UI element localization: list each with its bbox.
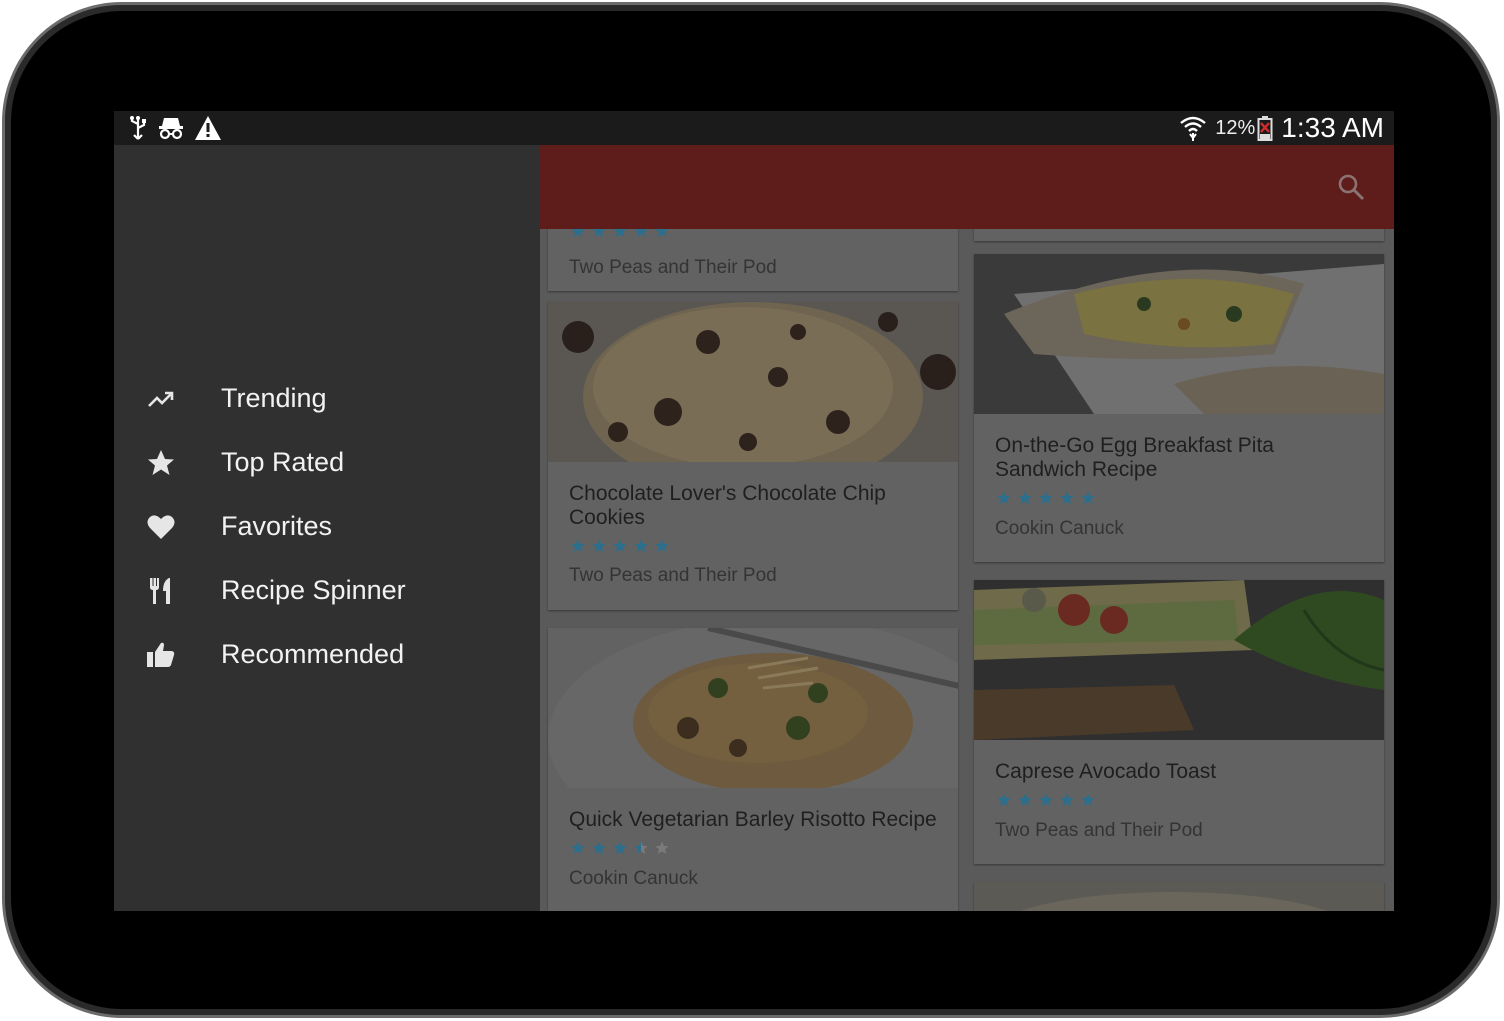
- star-icon: [613, 229, 627, 237]
- app-bar: [540, 145, 1394, 229]
- nav-item-label: Favorites: [221, 511, 333, 541]
- star-icon: [613, 539, 627, 552]
- star-icon: [571, 229, 585, 237]
- star-icon: [571, 539, 585, 552]
- recipe-source: Cookin Canuck: [995, 518, 1124, 539]
- egg-pita-sandwich-photo: [974, 254, 1384, 414]
- star-icon: [592, 539, 606, 552]
- clock: 1:33 AM: [1281, 112, 1384, 143]
- star-icon: [634, 229, 648, 237]
- star-icon: [1018, 491, 1032, 504]
- nav-item-trending[interactable]: Trending: [114, 371, 540, 427]
- star-icon: [634, 539, 648, 552]
- recipe-card[interactable]: Quick Vegetarian Barley Risotto Recipe C…: [548, 628, 958, 911]
- nav-item-label: Recipe Spinner: [221, 575, 406, 605]
- barley-risotto-photo: [548, 628, 958, 788]
- screen: 12% 1:33 AM Two Peas and Their Pod Choco…: [114, 111, 1394, 911]
- recipe-card[interactable]: [974, 229, 1384, 241]
- recipe-card[interactable]: On-the-Go Egg Breakfast Pita Sandwich Re…: [974, 254, 1384, 562]
- rating-stars: [570, 538, 670, 554]
- star-icon: [1081, 491, 1095, 504]
- navigation-drawer: Trending Top Rated Favorites Recipe Spin…: [114, 145, 540, 911]
- recipe-source: Cookin Canuck: [569, 868, 698, 889]
- star-empty-icon: [655, 841, 669, 854]
- usb-icon: [130, 116, 146, 140]
- nav-item-recommended[interactable]: Recommended: [114, 627, 540, 683]
- nav-item-top-rated[interactable]: Top Rated: [114, 435, 540, 491]
- status-bar: 12% 1:33 AM: [114, 111, 1394, 145]
- caprese-avocado-toast-photo: [974, 580, 1384, 740]
- star-half-icon: [634, 841, 648, 854]
- recipe-title: Quick Vegetarian Barley Risotto Recipe: [569, 808, 937, 831]
- star-icon: [1060, 491, 1074, 504]
- recipe-title: On-the-Go Egg Breakfast Pita Sandwich Re…: [995, 434, 1274, 481]
- battery-percent: 12%: [1215, 116, 1256, 139]
- wifi-icon: [1180, 116, 1207, 141]
- status-right: 12% 1:33 AM: [1179, 111, 1384, 145]
- battery-icon: [1257, 116, 1273, 141]
- star-icon: [655, 229, 669, 237]
- rating-stars: [570, 229, 670, 239]
- star-icon: [592, 841, 606, 854]
- nav-item-label: Top Rated: [221, 447, 345, 477]
- recipe-card[interactable]: Two Peas and Their Pod: [548, 229, 958, 291]
- recipe-grid: Two Peas and Their Pod Chocolate Lover's…: [540, 229, 1394, 911]
- star-icon: [592, 229, 606, 237]
- recipe-title: Caprese Avocado Toast: [995, 760, 1217, 783]
- warning-icon: [195, 116, 221, 140]
- star-icon: [1039, 793, 1053, 806]
- heart-icon: [147, 515, 175, 539]
- star-icon: [655, 539, 669, 552]
- incognito-icon: [159, 118, 183, 140]
- status-left-icons: [128, 115, 222, 141]
- star-icon: [613, 841, 627, 854]
- recipe-source: Two Peas and Their Pod: [569, 257, 777, 278]
- nav-item-label: Recommended: [221, 639, 405, 669]
- star-icon: [1018, 793, 1032, 806]
- rating-stars: [996, 490, 1096, 506]
- star-icon: [1039, 491, 1053, 504]
- rating-stars: [996, 792, 1096, 808]
- recipe-card[interactable]: [974, 882, 1384, 911]
- star-icon: [997, 491, 1011, 504]
- recipe-title: Chocolate Lover's Chocolate Chip Cookies: [569, 482, 886, 529]
- rating-stars: [570, 840, 670, 856]
- search-icon[interactable]: [1336, 172, 1366, 202]
- recipe-source: Two Peas and Their Pod: [995, 820, 1203, 841]
- star-icon: [571, 841, 585, 854]
- star-icon: [997, 793, 1011, 806]
- recipe-card[interactable]: Caprese Avocado Toast Two Peas and Their…: [974, 580, 1384, 864]
- star-icon: [1060, 793, 1074, 806]
- star-icon: [1081, 793, 1095, 806]
- nav-item-label: Trending: [221, 383, 327, 413]
- star-icon: [148, 450, 174, 475]
- fork-knife-icon: [150, 578, 170, 604]
- nav-item-recipe-spinner[interactable]: Recipe Spinner: [114, 563, 540, 619]
- recipe-source: Two Peas and Their Pod: [569, 565, 777, 586]
- thumbs-up-icon: [147, 642, 175, 667]
- recipe-card[interactable]: Chocolate Lover's Chocolate Chip Cookies…: [548, 302, 958, 610]
- recipe-photo: [974, 882, 1384, 911]
- nav-item-favorites[interactable]: Favorites: [114, 499, 540, 555]
- trending-icon: [148, 391, 174, 407]
- chocolate-chip-cookies-photo: [548, 302, 958, 462]
